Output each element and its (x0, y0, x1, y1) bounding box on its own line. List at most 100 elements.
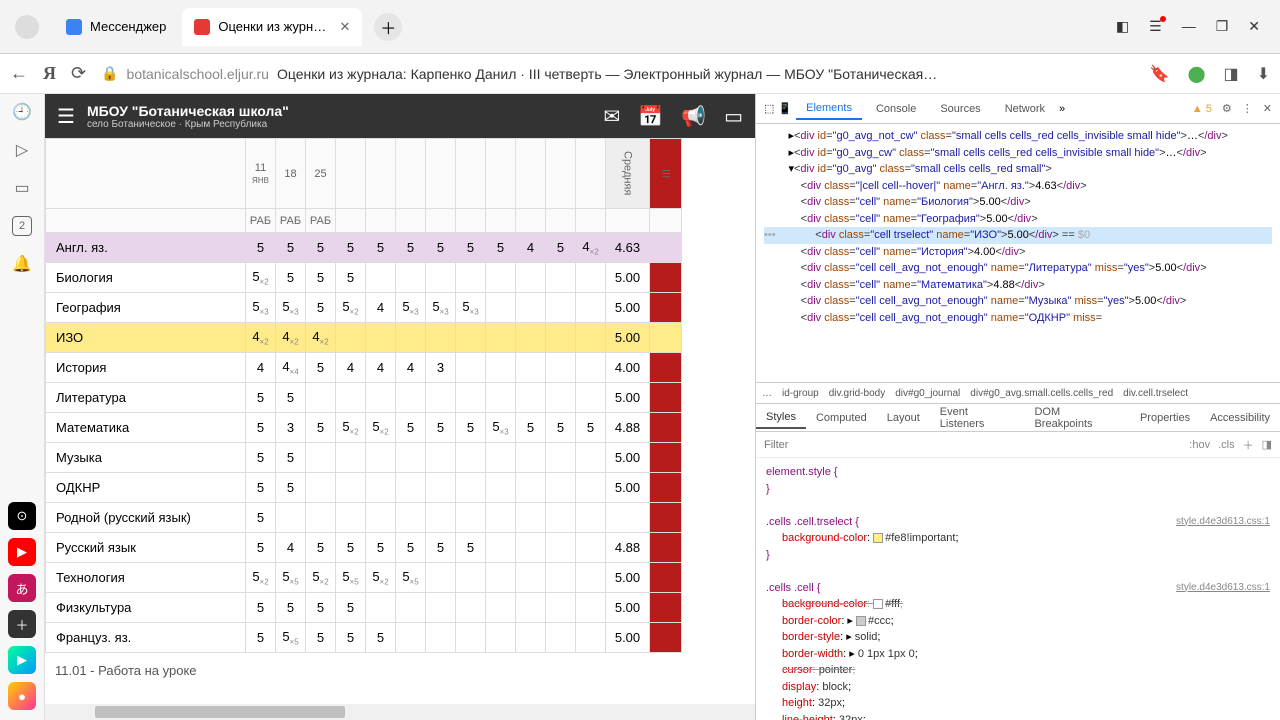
grade-cell[interactable]: 5 (246, 413, 276, 443)
grade-cell[interactable]: 5 (336, 623, 366, 653)
calendar-icon[interactable]: 📅 (638, 104, 663, 129)
grade-cell[interactable] (516, 383, 546, 413)
table-row[interactable]: Биология5×25555.00 (46, 263, 682, 293)
grade-cell[interactable]: 5×2 (246, 563, 276, 593)
table-row[interactable]: История44×4544434.00 (46, 353, 682, 383)
grade-cell[interactable] (456, 563, 486, 593)
announce-icon[interactable]: 📢 (681, 104, 706, 129)
dom-node[interactable]: <div class="cell cell_avg_not_enough" na… (764, 310, 1272, 327)
grade-cell[interactable] (546, 563, 576, 593)
dom-tree[interactable]: ▸<div id="g0_avg_not_cw" class="small ce… (756, 124, 1280, 382)
filter-input[interactable] (764, 439, 1181, 451)
grade-cell[interactable]: 5 (276, 263, 306, 293)
grade-cell[interactable]: 4 (336, 353, 366, 383)
grade-cell[interactable]: 5 (426, 413, 456, 443)
grade-cell[interactable]: 5 (546, 233, 576, 263)
dom-node[interactable]: <div class="cell" name="Биология">5.00</… (764, 194, 1272, 211)
history-icon[interactable]: 🕘 (12, 102, 32, 122)
grade-cell[interactable]: 5 (276, 233, 306, 263)
grade-cell[interactable] (366, 473, 396, 503)
grade-cell[interactable]: 4 (366, 353, 396, 383)
device-icon[interactable]: 📱 (778, 102, 792, 115)
dom-node[interactable]: ••• <div class="cell trselect" name="ИЗО… (764, 227, 1272, 244)
grade-cell[interactable]: 5 (276, 443, 306, 473)
grade-cell[interactable] (486, 293, 516, 323)
styles-tab[interactable]: Properties (1130, 408, 1200, 428)
grade-cell[interactable] (426, 323, 456, 353)
grade-cell[interactable] (516, 263, 546, 293)
table-row[interactable]: Математика5355×25×25555×35554.88 (46, 413, 682, 443)
grade-cell[interactable]: 5×2 (366, 413, 396, 443)
grade-cell[interactable]: 5 (276, 593, 306, 623)
grade-cell[interactable] (546, 533, 576, 563)
grade-cell[interactable] (336, 383, 366, 413)
table-row[interactable]: Родной (русский язык)5 (46, 503, 682, 533)
grade-cell[interactable] (456, 443, 486, 473)
grade-cell[interactable]: 5 (336, 533, 366, 563)
grade-cell[interactable]: 5 (306, 413, 336, 443)
styles-tab[interactable]: DOM Breakpoints (1024, 402, 1130, 434)
url-field[interactable]: 🔒 botanicalschool.eljur.ru Оценки из жур… (101, 65, 1135, 82)
styles-tab[interactable]: Computed (806, 408, 877, 428)
grade-cell[interactable]: 5×3 (486, 413, 516, 443)
dom-node[interactable]: ▾<div id="g0_avg" class="small cells cel… (764, 161, 1272, 178)
devtools-tab[interactable]: Console (866, 99, 926, 119)
grade-cell[interactable] (576, 353, 606, 383)
grade-cell[interactable]: 5 (366, 533, 396, 563)
grade-cell[interactable]: 5×3 (396, 293, 426, 323)
grade-cell[interactable]: 5 (486, 233, 516, 263)
grade-cell[interactable] (456, 263, 486, 293)
grade-cell[interactable] (426, 263, 456, 293)
crumb-item[interactable]: id-group (782, 388, 819, 399)
translate-icon[interactable]: あ (8, 574, 36, 602)
dom-node[interactable]: <div class="|cell cell--hover|" name="Ан… (764, 178, 1272, 195)
grade-cell[interactable] (516, 293, 546, 323)
grade-cell[interactable]: 5 (246, 473, 276, 503)
devtools-tab[interactable]: Network (995, 99, 1055, 119)
back-button[interactable]: ← (10, 63, 28, 84)
settings-icon[interactable]: ⚙ (1222, 102, 1232, 115)
dom-node[interactable]: <div class="cell" name="География">5.00<… (764, 211, 1272, 228)
close-icon[interactable]: ✕ (1263, 102, 1272, 115)
grade-cell[interactable]: 3 (426, 353, 456, 383)
grade-cell[interactable] (486, 473, 516, 503)
styles-tab[interactable]: Layout (877, 408, 930, 428)
grade-cell[interactable] (426, 473, 456, 503)
table-row[interactable]: ИЗО4×24×24×25.00 (46, 323, 682, 353)
grade-cell[interactable] (336, 323, 366, 353)
grade-cell[interactable] (546, 293, 576, 323)
styles-tab[interactable]: Styles (756, 407, 806, 429)
grade-cell[interactable]: 4 (246, 353, 276, 383)
grade-cell[interactable] (486, 593, 516, 623)
tabs-count[interactable]: 2 (12, 216, 32, 236)
minimize-icon[interactable]: — (1182, 18, 1196, 35)
grade-cell[interactable] (576, 473, 606, 503)
grade-cell[interactable] (516, 473, 546, 503)
grade-cell[interactable]: 4×2 (246, 323, 276, 353)
extensions-icon[interactable]: ◧ (1116, 18, 1129, 35)
grade-cell[interactable]: 5 (396, 233, 426, 263)
grade-cell[interactable]: 5×5 (276, 563, 306, 593)
youtube-icon[interactable]: ▶ (8, 538, 36, 566)
grade-cell[interactable] (516, 533, 546, 563)
grade-cell[interactable] (396, 323, 426, 353)
table-row[interactable]: Музыка555.00 (46, 443, 682, 473)
grade-cell[interactable]: 3 (276, 413, 306, 443)
dom-node[interactable]: <div class="cell" name="История">4.00</d… (764, 244, 1272, 261)
grade-cell[interactable]: 5 (426, 233, 456, 263)
grade-cell[interactable]: 5×5 (396, 563, 426, 593)
grade-cell[interactable]: 5 (306, 233, 336, 263)
grade-cell[interactable]: 5 (246, 533, 276, 563)
grade-cell[interactable] (546, 623, 576, 653)
grade-cell[interactable] (366, 263, 396, 293)
grade-cell[interactable]: 5 (246, 593, 276, 623)
hov-toggle[interactable]: :hov (1189, 439, 1210, 451)
menu-icon[interactable]: ☰ (1149, 18, 1162, 35)
grade-cell[interactable] (336, 443, 366, 473)
new-tab-button[interactable]: ＋ (374, 13, 402, 41)
grade-cell[interactable]: 5 (276, 473, 306, 503)
grade-cell[interactable]: 5 (306, 293, 336, 323)
grade-cell[interactable] (426, 563, 456, 593)
yandex-icon[interactable]: Я (43, 63, 56, 84)
cls-toggle[interactable]: .cls (1218, 439, 1235, 451)
